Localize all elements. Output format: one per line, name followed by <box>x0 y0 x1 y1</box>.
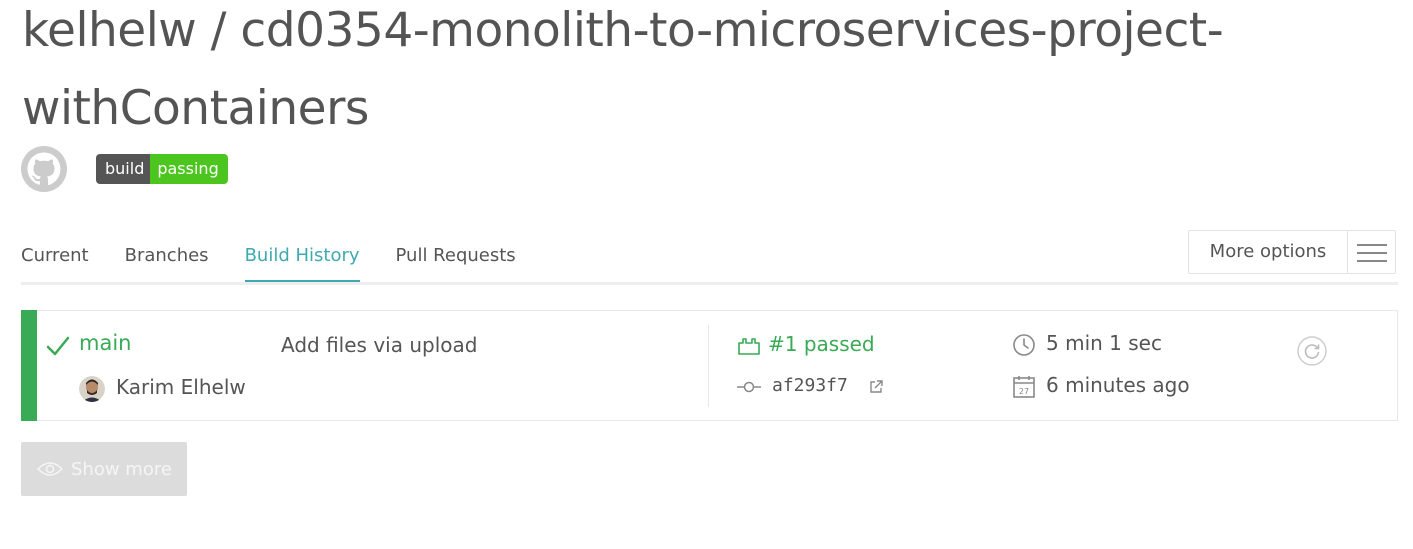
svg-text:27: 27 <box>1019 387 1029 396</box>
github-icon[interactable] <box>21 146 67 192</box>
badge-label-left: build <box>96 154 151 184</box>
commit-author: Karim Elhelw <box>116 375 246 399</box>
eye-icon <box>37 462 63 476</box>
tab-current[interactable]: Current <box>21 232 89 282</box>
show-more-label: Show more <box>71 458 172 480</box>
clock-icon <box>1013 334 1035 356</box>
build-duration: 5 min 1 sec <box>1046 331 1162 355</box>
tab-branches[interactable]: Branches <box>125 232 209 282</box>
hamburger-icon[interactable] <box>1348 231 1395 273</box>
commit-icon <box>737 381 761 393</box>
commit-message: Add files via upload <box>281 333 478 357</box>
repo-tabs: Current Branches Build History Pull Requ… <box>21 232 552 284</box>
restart-icon[interactable] <box>1296 335 1328 367</box>
tabs-divider <box>21 282 1398 285</box>
more-options-dropdown[interactable]: More options <box>1188 230 1396 274</box>
tab-build-history[interactable]: Build History <box>244 232 360 283</box>
calendar-icon: 27 <box>1013 376 1035 398</box>
show-more-button[interactable]: Show more <box>21 442 187 496</box>
build-finished-time: 6 minutes ago <box>1046 373 1190 397</box>
build-status-badge[interactable]: build passing <box>96 154 228 184</box>
check-icon <box>46 336 70 356</box>
external-link-icon[interactable] <box>868 379 884 395</box>
avatar <box>79 376 105 402</box>
branch-name[interactable]: main <box>79 331 131 355</box>
row-divider <box>708 325 709 407</box>
build-number[interactable]: #1 passed <box>768 332 875 356</box>
badge-label-right: passing <box>150 154 228 184</box>
build-icon <box>738 338 760 355</box>
tab-pull-requests[interactable]: Pull Requests <box>396 232 516 282</box>
status-strip <box>21 310 37 421</box>
page: kelhelw / cd0354-monolith-to-microservic… <box>0 0 1413 549</box>
commit-sha[interactable]: af293f7 <box>772 375 848 396</box>
more-options-label[interactable]: More options <box>1189 231 1348 273</box>
build-row[interactable]: main Add files via upload Karim Elhelw #… <box>21 310 1398 421</box>
repo-title[interactable]: kelhelw / cd0354-monolith-to-microservic… <box>22 0 1322 148</box>
